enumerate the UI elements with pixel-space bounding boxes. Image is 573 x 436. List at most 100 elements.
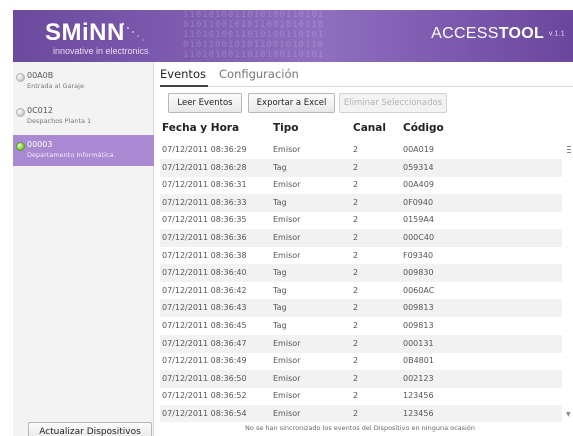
device-code: 0C012	[27, 106, 53, 115]
table-row[interactable]: 07/12/2011 08:36:28 Tag 2 059314	[160, 158, 562, 177]
table-row[interactable]: 07/12/2011 08:36:54 Emisor 2 123456	[160, 405, 562, 422]
cell-channel: 2	[353, 268, 359, 278]
read-events-button[interactable]: Leer Eventos	[168, 93, 242, 113]
events-table-body: 07/12/2011 08:36:29 Emisor 2 00A019 07/12/20…	[160, 141, 562, 422]
cell-code: 059314	[403, 162, 434, 172]
cell-channel: 2	[353, 145, 359, 154]
table-row[interactable]: 07/12/2011 08:36:31 Emisor 2 00A409	[160, 176, 562, 194]
update-devices-button[interactable]: Actualizar Dispositivos	[28, 422, 152, 436]
cell-date: 07/12/2011 08:36:52	[162, 391, 247, 401]
tab-divider	[160, 86, 573, 87]
cell-channel: 2	[353, 356, 359, 366]
cell-date: 07/12/2011 08:36:47	[162, 338, 247, 348]
status-indicator-icon	[16, 142, 25, 151]
cell-type: Tag	[273, 197, 287, 207]
device-code: 00003	[27, 140, 53, 149]
device-item-00003[interactable]: 00003 Departamento Informática	[13, 135, 154, 166]
brand-logo: SMiNN	[45, 19, 125, 46]
column-header-date[interactable]: Fecha y Hora	[162, 122, 239, 134]
cell-type: Tag	[273, 285, 287, 295]
device-description: Despachos Planta 1	[27, 117, 92, 125]
cell-code: 00A019	[403, 145, 434, 154]
cell-type: Emisor	[273, 338, 301, 348]
column-header-type[interactable]: Tipo	[273, 122, 299, 134]
table-row[interactable]: 07/12/2011 08:36:47 Emisor 2 000131	[160, 334, 562, 353]
cell-type: Emisor	[273, 233, 301, 242]
product-title: ACCESSTOOL v.1.1	[431, 25, 565, 43]
table-row[interactable]: 07/12/2011 08:36:38 Emisor 2 F09340	[160, 247, 562, 265]
cell-code: 0B4801	[403, 356, 434, 366]
sync-status-text: No se han sincronizado los eventos del D…	[245, 424, 475, 432]
cell-channel: 2	[353, 215, 359, 225]
status-indicator-icon	[16, 73, 25, 82]
device-description: Departamento Informática	[27, 151, 114, 159]
device-code: 00A0B	[27, 71, 54, 80]
cell-date: 07/12/2011 08:36:45	[162, 321, 247, 330]
cell-channel: 2	[353, 391, 359, 401]
device-item-0C012[interactable]: 0C012 Despachos Planta 1	[13, 101, 154, 132]
cell-date: 07/12/2011 08:36:49	[162, 356, 247, 366]
device-item-00A0B[interactable]: 00A0B Entrada al Garaje	[13, 66, 154, 97]
table-row[interactable]: 07/12/2011 08:36:40 Tag 2 009830	[160, 264, 562, 283]
table-row[interactable]: 07/12/2011 08:36:36 Emisor 2 000C40	[160, 229, 562, 247]
cell-type: Emisor	[273, 373, 301, 383]
scrollbar-grip-icon[interactable]	[567, 146, 571, 156]
cell-code: 000C40	[403, 233, 435, 242]
cell-code: 0060AC	[403, 285, 435, 295]
cell-channel: 2	[353, 338, 359, 348]
logo-dots-icon	[121, 22, 144, 41]
cell-type: Emisor	[273, 180, 301, 190]
cell-code: 0F0940	[403, 197, 434, 207]
table-row[interactable]: 07/12/2011 08:36:43 Tag 2 009813	[160, 299, 562, 318]
cell-channel: 2	[353, 303, 359, 313]
cell-type: Emisor	[273, 409, 301, 418]
cell-code: 000131	[403, 338, 434, 348]
tab-configuration[interactable]: Configuración	[219, 67, 299, 81]
cell-code: 002123	[403, 373, 434, 383]
device-description: Entrada al Garaje	[27, 82, 84, 90]
cell-code: 123456	[403, 391, 434, 401]
cell-date: 07/12/2011 08:36:40	[162, 268, 247, 278]
table-row[interactable]: 07/12/2011 08:36:29 Emisor 2 00A019	[160, 141, 562, 159]
table-row[interactable]: 07/12/2011 08:36:52 Emisor 2 123456	[160, 387, 562, 405]
cell-channel: 2	[353, 162, 359, 172]
cell-date: 07/12/2011 08:36:38	[162, 250, 247, 260]
table-row[interactable]: 07/12/2011 08:36:49 Emisor 2 0B4801	[160, 352, 562, 370]
scroll-down-icon[interactable]: ▼	[566, 411, 571, 418]
cell-channel: 2	[353, 197, 359, 207]
device-sidebar: 00A0B Entrada al Garaje 0C012 Despachos …	[13, 62, 154, 436]
cell-type: Emisor	[273, 145, 301, 154]
cell-code: 009830	[403, 268, 434, 278]
header-pattern: 1101010011010100110101 010110010101100101…	[183, 10, 325, 60]
events-table-header: Fecha y Hora Tipo Canal Código	[160, 122, 560, 140]
cell-date: 07/12/2011 08:36:31	[162, 180, 247, 190]
table-row[interactable]: 07/12/2011 08:36:35 Emisor 2 0159A4	[160, 211, 562, 229]
cell-channel: 2	[353, 321, 359, 330]
cell-channel: 2	[353, 250, 359, 260]
cell-date: 07/12/2011 08:36:36	[162, 233, 247, 242]
cell-type: Tag	[273, 268, 287, 278]
column-header-channel[interactable]: Canal	[353, 122, 386, 134]
cell-channel: 2	[353, 285, 359, 295]
cell-type: Emisor	[273, 391, 301, 401]
cell-channel: 2	[353, 409, 359, 418]
brand-tagline: innovative in electronics	[53, 46, 149, 56]
cell-date: 07/12/2011 08:36:54	[162, 409, 247, 418]
cell-date: 07/12/2011 08:36:33	[162, 197, 247, 207]
cell-type: Emisor	[273, 356, 301, 366]
delete-selected-button[interactable]: Eliminar Seleccionados	[339, 93, 447, 113]
cell-code: 123456	[403, 409, 434, 418]
export-excel-button[interactable]: Exportar a Excel	[248, 93, 335, 113]
cell-type: Tag	[273, 162, 287, 172]
tab-events[interactable]: Eventos	[160, 67, 206, 81]
column-header-code[interactable]: Código	[403, 122, 444, 134]
product-title-bold: TOOL	[498, 25, 545, 42]
cell-code: F09340	[403, 250, 434, 260]
app-header: 1101010011010100110101 010110010101100101…	[13, 10, 573, 62]
cell-date: 07/12/2011 08:36:28	[162, 162, 247, 172]
table-row[interactable]: 07/12/2011 08:36:45 Tag 2 009813	[160, 317, 562, 335]
table-row[interactable]: 07/12/2011 08:36:42 Tag 2 0060AC	[160, 282, 562, 300]
cell-date: 07/12/2011 08:36:43	[162, 303, 247, 313]
table-row[interactable]: 07/12/2011 08:36:50 Emisor 2 002123	[160, 369, 562, 388]
table-row[interactable]: 07/12/2011 08:36:33 Tag 2 0F0940	[160, 193, 562, 212]
